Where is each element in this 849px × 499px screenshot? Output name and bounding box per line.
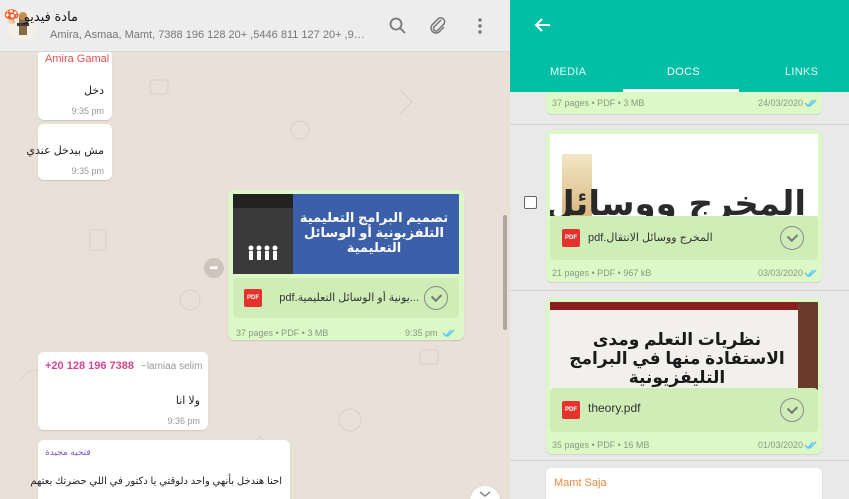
message-text: دخل bbox=[83, 85, 104, 97]
message-sender: Amira Gamal bbox=[45, 53, 110, 65]
thumbnail-edge bbox=[798, 302, 818, 390]
document-file-row[interactable]: PDF ...يونية أو الوسائل التعليمية.pdf bbox=[233, 278, 459, 318]
message-text: ولا انا bbox=[175, 395, 200, 407]
doc-file-row[interactable]: PDF المخرج ووسائل الانتقال.pdf bbox=[550, 216, 818, 260]
menu-icon[interactable] bbox=[470, 16, 490, 36]
message-sender: فتحيه مجيدة bbox=[45, 447, 91, 457]
doc-sender: Mamt Saja bbox=[554, 477, 607, 489]
thumbnail-title: تصميم البرامج التعليمية التلفزيونية أو ا… bbox=[293, 194, 459, 274]
message-bubble[interactable]: +20 128 196 7388 ~lamiaa selim ولا انا 9… bbox=[38, 352, 208, 430]
doc-card[interactable]: 37 pages • PDF • 3 MB 24/03/2020 bbox=[546, 92, 822, 114]
document-time: 9:35 pm bbox=[405, 328, 438, 338]
doc-meta: 35 pages • PDF • 16 MB bbox=[552, 440, 650, 450]
scrollbar[interactable] bbox=[503, 215, 507, 330]
message-bubble[interactable]: مش بيدخل عندي 9:35 pm bbox=[26, 124, 112, 180]
thumbnail-banner bbox=[550, 302, 818, 310]
pdf-icon: PDF bbox=[562, 401, 580, 419]
divider bbox=[510, 460, 849, 461]
forward-icon[interactable]: ➦ bbox=[204, 258, 224, 278]
message-sender-phone: +20 128 196 7388 bbox=[45, 360, 135, 372]
tab-links[interactable]: LINKS bbox=[785, 66, 818, 78]
doc-date: 03/03/2020 bbox=[758, 268, 804, 278]
download-icon[interactable] bbox=[424, 286, 448, 310]
message-time: 9:35 pm bbox=[71, 166, 104, 176]
tab-docs[interactable]: DOCS bbox=[667, 66, 700, 78]
thumbnail-image bbox=[233, 194, 293, 274]
doc-card[interactable]: نظريات التعلم ومدى الاستفادة منها في الب… bbox=[546, 298, 822, 454]
message-text: مش بيدخل عندي bbox=[26, 145, 104, 157]
message-text: احنا هندخل بأنهي واحد دلوقتي يا دكتور في… bbox=[30, 476, 282, 487]
chat-members: Amira, Asmaa, Mamt, 7388 196 128 20+ ,54… bbox=[50, 29, 370, 41]
download-icon[interactable] bbox=[780, 226, 804, 250]
media-pane: MEDIA DOCS LINKS 37 pages • PDF • 3 MB 2… bbox=[510, 0, 849, 499]
divider bbox=[510, 124, 849, 125]
document-message[interactable]: تصميم البرامج التعليمية التلفزيونية أو ا… bbox=[228, 190, 464, 340]
chevron-down-icon bbox=[479, 491, 491, 498]
chat-title: مادة فيديو 🍄 bbox=[3, 9, 78, 24]
doc-filename: المخرج ووسائل الانتقال.pdf bbox=[588, 232, 713, 244]
media-header: MEDIA DOCS LINKS bbox=[510, 0, 849, 92]
check-icon bbox=[804, 441, 817, 449]
doc-thumbnail[interactable]: المخرج ووسائل bbox=[550, 134, 818, 216]
message-time: 9:35 pm bbox=[71, 106, 104, 116]
thumbnail-text: نظريات التعلم ومدى الاستفادة منها في الب… bbox=[569, 330, 785, 387]
download-icon[interactable] bbox=[780, 398, 804, 422]
message-time: 9:36 pm bbox=[167, 416, 200, 426]
document-meta: 37 pages • PDF • 3 MB bbox=[236, 328, 329, 338]
chat-header[interactable]: مادة فيديو 🍄 Amira, Asmaa, Mamt, 7388 19… bbox=[0, 0, 510, 52]
back-arrow-icon[interactable] bbox=[532, 14, 554, 36]
doc-date: 01/03/2020 bbox=[758, 440, 804, 450]
check-icon bbox=[804, 269, 817, 277]
doc-meta: 37 pages • PDF • 3 MB bbox=[552, 98, 645, 108]
message-bubble[interactable]: Amira Gamal دخل 9:35 pm bbox=[38, 50, 112, 120]
tab-media[interactable]: MEDIA bbox=[550, 66, 586, 78]
check-icon bbox=[442, 329, 455, 337]
doc-card[interactable]: Mamt Saja bbox=[546, 468, 822, 499]
select-checkbox[interactable] bbox=[524, 196, 537, 209]
doc-card[interactable]: المخرج ووسائل PDF المخرج ووسائل الانتقال… bbox=[546, 130, 822, 282]
thumbnail-text: المخرج ووسائل bbox=[550, 184, 806, 216]
check-icon bbox=[804, 99, 817, 107]
document-thumbnail[interactable]: تصميم البرامج التعليمية التلفزيونية أو ا… bbox=[233, 194, 459, 274]
doc-file-row[interactable]: PDF theory.pdf bbox=[550, 388, 818, 432]
chat-pane: مادة فيديو 🍄 Amira, Asmaa, Mamt, 7388 19… bbox=[0, 0, 510, 499]
pdf-icon: PDF bbox=[244, 289, 262, 307]
doc-date: 24/03/2020 bbox=[758, 98, 804, 108]
pdf-icon: PDF bbox=[562, 229, 580, 247]
people-icon bbox=[248, 245, 278, 260]
divider bbox=[510, 290, 849, 291]
doc-filename: theory.pdf bbox=[588, 401, 641, 415]
doc-thumbnail[interactable]: نظريات التعلم ومدى الاستفادة منها في الب… bbox=[550, 302, 818, 390]
message-bubble[interactable]: فتحيه مجيدة احنا هندخل بأنهي واحد دلوقتي… bbox=[30, 440, 290, 499]
doc-meta: 21 pages • PDF • 967 kB bbox=[552, 268, 652, 278]
attach-icon[interactable] bbox=[428, 16, 448, 36]
scroll-down-button[interactable] bbox=[470, 486, 500, 499]
message-sender-name: ~lamiaa selim bbox=[141, 361, 203, 372]
search-icon[interactable] bbox=[388, 16, 408, 36]
document-filename: ...يونية أو الوسائل التعليمية.pdf bbox=[279, 292, 419, 304]
